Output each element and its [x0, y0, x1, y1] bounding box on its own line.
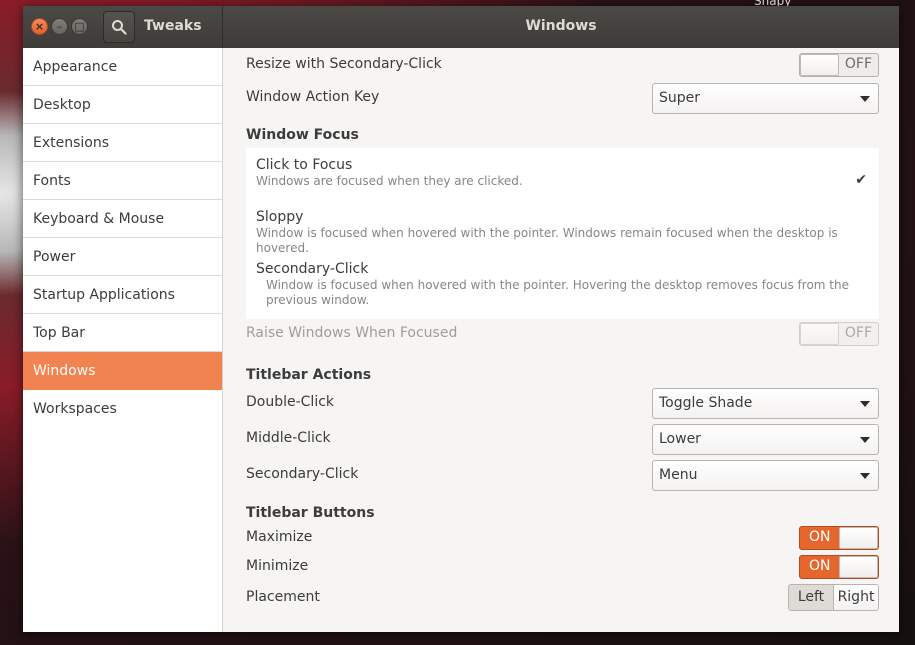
switch-knob [800, 323, 839, 345]
titlebar-buttons-heading: Titlebar Buttons [246, 505, 375, 521]
switch-state: OFF [844, 325, 872, 341]
app-title: Tweaks [144, 18, 202, 34]
sidebar-item-extensions[interactable]: Extensions [23, 124, 222, 162]
minimize-switch[interactable]: ON [799, 555, 879, 579]
minimize-icon[interactable]: – [51, 18, 68, 35]
sidebar-item-fonts[interactable]: Fonts [23, 162, 222, 200]
secondary-click-row: Secondary-Click Menu [246, 460, 879, 491]
focus-option-title: Click to Focus [256, 157, 353, 173]
chevron-down-icon [860, 96, 870, 102]
settings-panel: Resize with Secondary-Click OFF Window A… [224, 48, 899, 632]
resize-secondary-row: Resize with Secondary-Click OFF [246, 53, 879, 79]
focus-option-title: Sloppy [256, 209, 304, 225]
sidebar-item-workspaces[interactable]: Workspaces [23, 390, 222, 428]
search-button[interactable] [103, 11, 135, 43]
checkmark-icon: ✔ [855, 172, 867, 188]
titlebar-actions-heading: Titlebar Actions [246, 367, 372, 383]
switch-state: OFF [844, 56, 872, 72]
focus-option-desc: Window is focused when hovered with the … [266, 278, 849, 307]
placement-left-button[interactable]: Left [789, 585, 834, 610]
chevron-down-icon [860, 473, 870, 479]
chevron-down-icon [860, 437, 870, 443]
sidebar-item-appearance[interactable]: Appearance [23, 48, 222, 86]
close-icon[interactable]: × [31, 18, 48, 35]
middle-click-row: Middle-Click Lower [246, 424, 879, 455]
maximize-label: Maximize [246, 529, 313, 545]
raise-focused-label: Raise Windows When Focused [246, 325, 458, 341]
resize-secondary-label: Resize with Secondary-Click [246, 56, 442, 72]
placement-row: Placement Left Right [246, 584, 879, 611]
middle-click-value: Lower [659, 431, 701, 447]
action-key-row: Window Action Key Super [246, 83, 879, 114]
raise-focused-switch[interactable]: OFF [799, 322, 879, 346]
search-icon [112, 20, 127, 35]
sidebar-item-desktop[interactable]: Desktop [23, 86, 222, 124]
placement-right-button[interactable]: Right [834, 585, 878, 610]
focus-option-title: Secondary-Click [256, 261, 369, 277]
focus-option-secondary-click[interactable]: Secondary-Click Window is focused when h… [256, 261, 865, 308]
sidebar-item-top-bar[interactable]: Top Bar [23, 314, 222, 352]
resize-secondary-switch[interactable]: OFF [799, 53, 879, 77]
switch-knob [839, 527, 878, 549]
placement-toggle: Left Right [788, 584, 879, 611]
placement-label: Placement [246, 589, 320, 605]
window-focus-heading: Window Focus [246, 127, 359, 143]
page-title: Windows [525, 18, 597, 34]
double-click-dropdown[interactable]: Toggle Shade [652, 388, 879, 419]
switch-state: ON [809, 529, 831, 545]
secondary-click-dropdown[interactable]: Menu [652, 460, 879, 491]
maximize-switch[interactable]: ON [799, 526, 879, 550]
switch-state: ON [809, 558, 831, 574]
middle-click-label: Middle-Click [246, 430, 331, 446]
switch-knob [839, 556, 878, 578]
action-key-label: Window Action Key [246, 89, 380, 105]
minimize-row: Minimize ON [246, 555, 879, 579]
secondary-click-value: Menu [659, 467, 698, 483]
sidebar-item-keyboard-mouse[interactable]: Keyboard & Mouse [23, 200, 222, 238]
maximize-icon[interactable]: □ [71, 18, 88, 35]
double-click-value: Toggle Shade [659, 395, 753, 411]
tweaks-window: × – □ Tweaks Windows Appearance Desktop … [23, 6, 899, 632]
sidebar-item-windows[interactable]: Windows [23, 352, 222, 390]
maximize-row: Maximize ON [246, 526, 879, 550]
middle-click-dropdown[interactable]: Lower [652, 424, 879, 455]
double-click-row: Double-Click Toggle Shade [246, 388, 879, 419]
focus-option-desc: Windows are focused when they are clicke… [256, 174, 523, 188]
raise-focused-row: Raise Windows When Focused OFF [246, 322, 879, 348]
focus-option-sloppy[interactable]: Sloppy Window is focused when hovered wi… [256, 209, 869, 256]
sidebar-item-power[interactable]: Power [23, 238, 222, 276]
focus-option-desc: Window is focused when hovered with the … [256, 226, 838, 255]
double-click-label: Double-Click [246, 394, 335, 410]
header-bar: × – □ Tweaks Windows [23, 6, 899, 48]
switch-knob [800, 54, 839, 76]
action-key-value: Super [659, 90, 701, 106]
window-focus-list: Click to Focus Windows are focused when … [246, 148, 879, 319]
minimize-label: Minimize [246, 558, 309, 574]
header-left-pane: × – □ Tweaks [23, 6, 223, 48]
secondary-click-label: Secondary-Click [246, 466, 359, 482]
focus-option-click[interactable]: Click to Focus Windows are focused when … [256, 157, 869, 189]
sidebar-item-startup-applications[interactable]: Startup Applications [23, 276, 222, 314]
chevron-down-icon [860, 401, 870, 407]
action-key-dropdown[interactable]: Super [652, 83, 879, 114]
sidebar: Appearance Desktop Extensions Fonts Keyb… [23, 48, 223, 632]
